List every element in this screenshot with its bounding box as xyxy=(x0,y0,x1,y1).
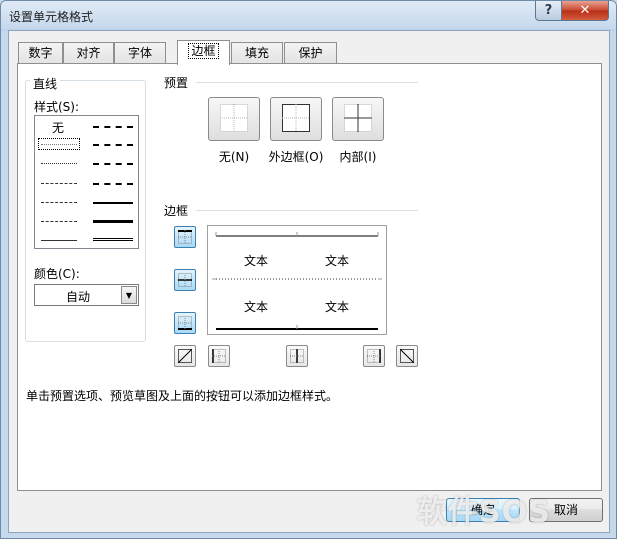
line-style-thick[interactable] xyxy=(93,220,133,223)
border-bottom-button[interactable] xyxy=(174,312,196,334)
color-select[interactable]: 自动 ▼ xyxy=(34,284,139,306)
help-button[interactable]: ? xyxy=(535,1,562,21)
tab-label: 边框 xyxy=(188,43,219,59)
border-diagonal-up-button[interactable] xyxy=(174,345,196,367)
preset-outline-button[interactable] xyxy=(270,97,322,141)
tab-font[interactable]: 字体 xyxy=(114,42,166,64)
border-left-icon xyxy=(212,349,226,363)
preview-grid xyxy=(212,232,382,330)
line-style-medium-dash-dot[interactable] xyxy=(93,163,133,165)
border-inside-vertical-icon xyxy=(290,349,304,363)
border-inside-vertical-button[interactable] xyxy=(286,345,308,367)
border-group-label: 边框 xyxy=(164,202,189,219)
border-diagonal-down-button[interactable] xyxy=(396,345,418,367)
diagonal-down-icon xyxy=(400,349,414,363)
dropdown-arrow-button[interactable]: ▼ xyxy=(121,286,137,304)
preset-outline-icon xyxy=(282,104,310,132)
line-style-double[interactable] xyxy=(93,238,133,241)
style-label: 样式(S): xyxy=(34,98,80,115)
line-style-dash-dot[interactable] xyxy=(41,202,77,203)
close-button[interactable]: ✕ xyxy=(561,1,609,21)
line-style-dashed[interactable] xyxy=(41,221,77,222)
border-inside-horizontal-icon xyxy=(178,273,192,287)
tab-label: 保护 xyxy=(298,46,323,60)
preview-text: 文本 xyxy=(244,254,269,268)
line-style-thin[interactable] xyxy=(41,240,77,241)
color-value: 自动 xyxy=(65,290,90,304)
line-style-none[interactable]: 无 xyxy=(52,119,65,136)
line-style-dotted[interactable] xyxy=(41,163,77,164)
line-style-medium-dashed[interactable] xyxy=(93,183,133,185)
preview-text: 文本 xyxy=(244,300,269,314)
tab-label: 填充 xyxy=(244,46,269,60)
close-icon: ✕ xyxy=(579,3,591,18)
tab-fill[interactable]: 填充 xyxy=(231,42,283,64)
preview-text: 文本 xyxy=(325,254,350,268)
line-style-list[interactable]: 无 xyxy=(34,115,139,249)
border-left-button[interactable] xyxy=(208,345,230,367)
presets-group-label: 预置 xyxy=(164,74,189,91)
window-title: 设置单元格格式 xyxy=(9,10,94,24)
border-top-button[interactable] xyxy=(174,226,196,248)
watermark: 软件SOS xyxy=(417,495,551,530)
preset-inside-label[interactable]: 内部(I) xyxy=(332,148,384,165)
chevron-down-icon: ▼ xyxy=(125,290,133,300)
tab-protection[interactable]: 保护 xyxy=(284,42,337,64)
tab-label: 字体 xyxy=(127,46,152,60)
line-style-hair[interactable] xyxy=(41,144,77,145)
line-style-dash-dot-dot[interactable] xyxy=(41,183,77,184)
border-divider xyxy=(196,210,418,211)
presets-divider xyxy=(196,82,418,83)
border-right-button[interactable] xyxy=(363,345,385,367)
line-style-medium[interactable] xyxy=(93,202,133,204)
border-inside-horizontal-button[interactable] xyxy=(174,269,196,291)
line-style-medium-dash-dot-dot[interactable] xyxy=(93,126,133,128)
border-preview[interactable]: 文本 文本 文本 文本 xyxy=(207,225,387,335)
border-top-icon xyxy=(178,230,192,244)
diagonal-up-icon xyxy=(178,349,192,363)
tab-label: 对齐 xyxy=(76,46,101,60)
tab-border[interactable]: 边框 xyxy=(177,40,230,65)
line-group-label: 直线 xyxy=(30,75,61,92)
hint-text: 单击预置选项、预览草图及上面的按钮可以添加边框样式。 xyxy=(26,389,339,403)
help-icon: ? xyxy=(544,3,553,18)
preset-inside-button[interactable] xyxy=(332,97,384,141)
color-label: 颜色(C): xyxy=(34,265,80,282)
tab-label: 数字 xyxy=(28,46,53,60)
preset-none-icon xyxy=(220,104,248,132)
border-right-icon xyxy=(367,349,381,363)
title-bar[interactable]: 设置单元格格式 ? ✕ xyxy=(1,1,616,29)
dialog-body: 数字 对齐 字体 边框 填充 保护 直线 样式(S): 无 颜色(C): 自动 … xyxy=(8,30,610,533)
preset-none-button[interactable] xyxy=(208,97,260,141)
preset-inside-icon xyxy=(344,104,372,132)
preview-text: 文本 xyxy=(325,300,350,314)
border-panel: 直线 样式(S): 无 颜色(C): 自动 ▼ 预置 无(N) 外边框(O) 内… xyxy=(17,63,602,491)
preset-outline-label[interactable]: 外边框(O) xyxy=(262,148,330,165)
dialog-window: 设置单元格格式 ? ✕ 数字 对齐 字体 边框 填充 保护 直线 样式(S): … xyxy=(0,0,617,539)
tab-alignment[interactable]: 对齐 xyxy=(63,42,114,64)
border-bottom-icon xyxy=(178,316,192,330)
preset-none-label[interactable]: 无(N) xyxy=(208,148,260,165)
tab-number[interactable]: 数字 xyxy=(18,42,63,64)
line-style-slant-dash-dot[interactable] xyxy=(93,144,133,146)
